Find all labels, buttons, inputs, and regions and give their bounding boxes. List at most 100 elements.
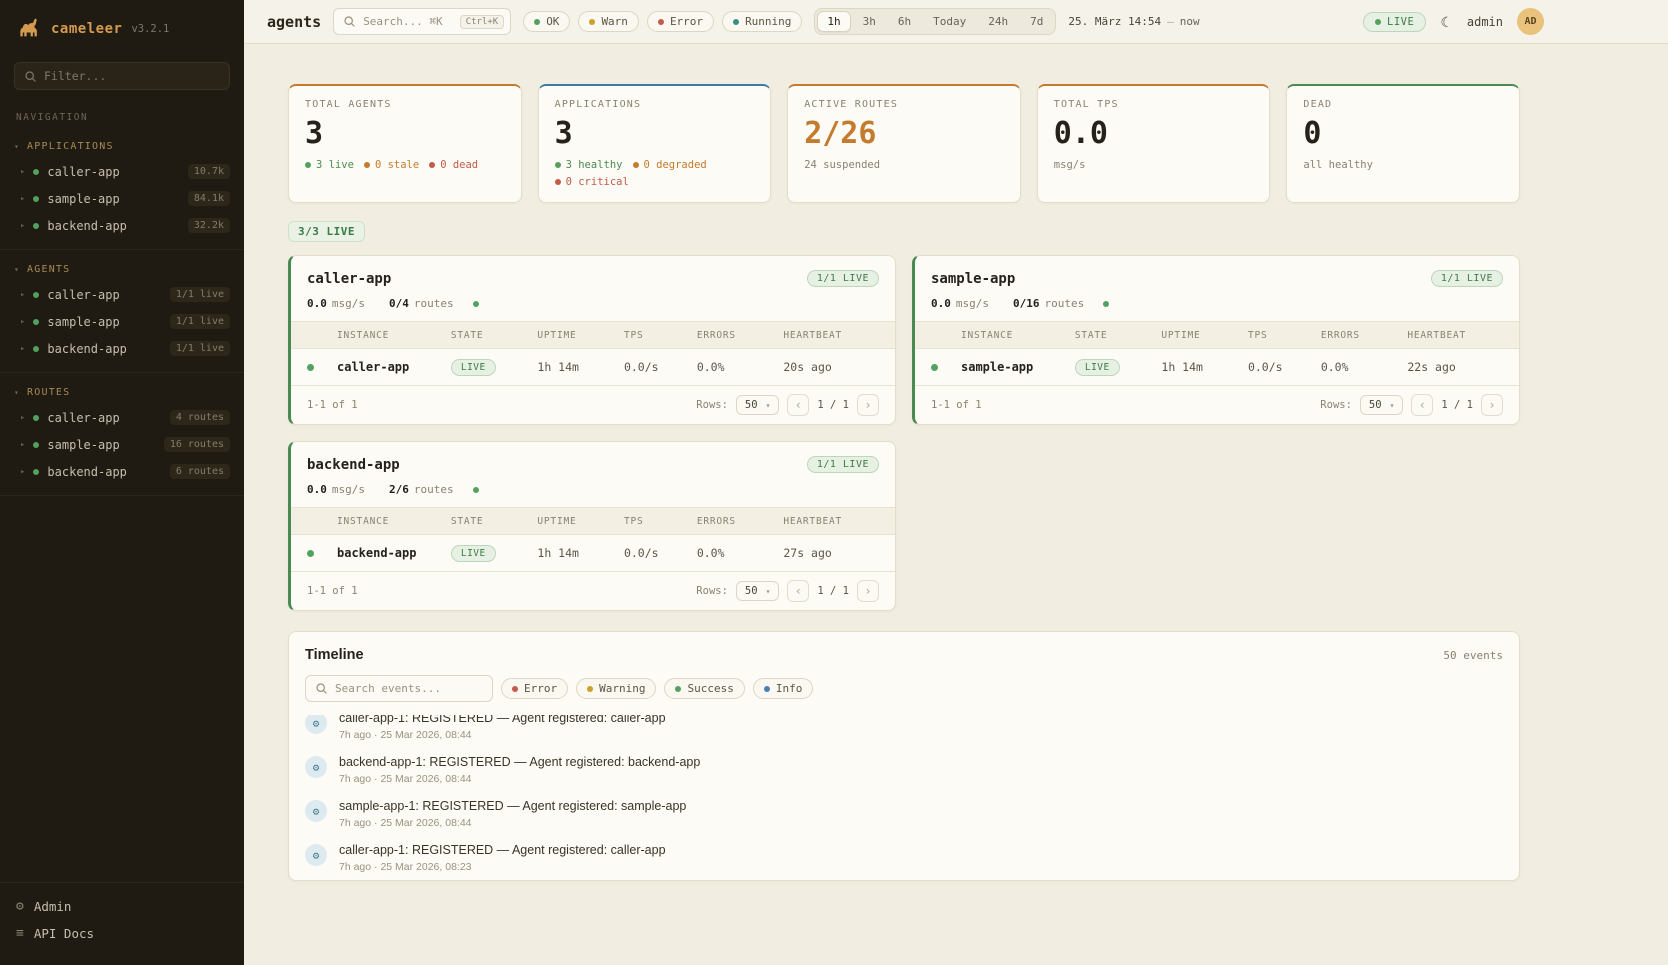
rows-per-page-select[interactable]: 50 ▾: [736, 395, 779, 415]
rows-per-page-select[interactable]: 50 ▾: [1360, 395, 1403, 415]
next-page-button[interactable]: ›: [857, 394, 879, 416]
timeline-event[interactable]: ⚙ sample-app-1: REGISTERED — Agent regis…: [289, 792, 1519, 836]
running-dot-icon: [733, 19, 739, 25]
card-title: ACTIVE ROUTES: [804, 99, 1004, 110]
app-stats: 0.0 msg/s 0/16 routes: [915, 297, 1519, 321]
chevron-right-icon: ▸: [20, 467, 25, 477]
sidebar-item-agent-caller-app[interactable]: ▸ caller-app 1/1 live: [0, 281, 244, 308]
sidebar-item-backend-app[interactable]: ▸ backend-app 32.2k: [0, 212, 244, 239]
chip-label: Warning: [599, 682, 645, 695]
timeline-event[interactable]: ⚙ backend-app-1: REGISTERED — Agent regi…: [289, 748, 1519, 792]
card-value: 2/26: [804, 116, 1004, 151]
timeline-title: Timeline: [305, 647, 364, 663]
sidebar-item-routes-backend-app[interactable]: ▸ backend-app 6 routes: [0, 458, 244, 485]
col-tps: TPS: [624, 516, 697, 527]
event-time: 7h ago · 25 Mar 2026, 08:23: [339, 861, 666, 873]
timeline-event[interactable]: ⚙ caller-app-1: REGISTERED — Agent regis…: [289, 836, 1519, 880]
range-button-today[interactable]: Today: [923, 11, 976, 32]
chevron-right-icon: ▸: [20, 317, 25, 327]
sidebar-item-routes-caller-app[interactable]: ▸ caller-app 4 routes: [0, 404, 244, 431]
live-status-badge: LIVE: [1363, 12, 1426, 32]
status-dot: [33, 319, 39, 325]
stat-label: 0 degraded: [644, 159, 707, 171]
item-label: sample-app: [47, 192, 119, 206]
time-range-selector: 1h 3h 6h Today 24h 7d: [814, 8, 1056, 35]
app-card-caller-app: caller-app 1/1 LIVE 0.0 msg/s 0/4 routes…: [288, 255, 896, 425]
app-live-badge: 1/1 LIVE: [1431, 270, 1503, 287]
search-icon: [343, 15, 356, 28]
chevron-right-icon: ▸: [20, 290, 25, 300]
sidebar-section-applications: ▾ APPLICATIONS ▸ caller-app 10.7k ▸ samp…: [0, 127, 244, 250]
filter-chip-running[interactable]: Running: [722, 11, 802, 32]
avatar[interactable]: AD: [1517, 8, 1544, 35]
sidebar-item-caller-app[interactable]: ▸ caller-app 10.7k: [0, 158, 244, 185]
chevron-down-icon: ▾: [14, 388, 20, 397]
timeline-chip-error[interactable]: Error: [501, 678, 568, 699]
search-icon: [24, 70, 37, 83]
theme-toggle-moon-icon[interactable]: ☾: [1440, 15, 1453, 29]
rows-per-page-select[interactable]: 50 ▾: [736, 581, 779, 601]
global-search-input[interactable]: [363, 15, 452, 28]
table-row[interactable]: caller-app LIVE 1h 14m 0.0/s 0.0% 20s ag…: [291, 349, 895, 385]
cell-instance: backend-app: [337, 546, 451, 560]
status-filter-group: OK Warn Error Running: [523, 11, 802, 32]
sidebar-item-agent-backend-app[interactable]: ▸ backend-app 1/1 live: [0, 335, 244, 362]
state-badge: LIVE: [451, 545, 496, 562]
status-dot: [307, 550, 314, 557]
range-button-3h[interactable]: 3h: [853, 11, 886, 32]
table-row[interactable]: backend-app LIVE 1h 14m 0.0/s 0.0% 27s a…: [291, 535, 895, 571]
range-button-1h[interactable]: 1h: [817, 11, 850, 32]
degraded-dot-icon: [633, 162, 639, 168]
table-row[interactable]: sample-app LIVE 1h 14m 0.0/s 0.0% 22s ag…: [915, 349, 1519, 385]
sidebar-filter[interactable]: [14, 62, 230, 90]
prev-page-button[interactable]: ‹: [787, 394, 809, 416]
sidebar-item-admin[interactable]: ⚙ Admin: [0, 893, 244, 920]
stale-dot-icon: [364, 162, 370, 168]
chevron-right-icon: ▸: [20, 221, 25, 231]
timeline-chip-info[interactable]: Info: [753, 678, 814, 699]
rows-label: Rows:: [696, 585, 728, 597]
app-card-sample-app: sample-app 1/1 LIVE 0.0 msg/s 0/16 route…: [912, 255, 1520, 425]
event-title: caller-app-1: REGISTERED — Agent registe…: [339, 715, 666, 725]
dead-dot-icon: [429, 162, 435, 168]
col-instance: INSTANCE: [961, 330, 1075, 341]
critical-dot-icon: [555, 179, 561, 185]
sidebar-item-routes-sample-app[interactable]: ▸ sample-app 16 routes: [0, 431, 244, 458]
col-uptime: UPTIME: [537, 330, 624, 341]
timeline-chip-success[interactable]: Success: [664, 678, 744, 699]
card-total-tps: TOTAL TPS 0.0 msg/s: [1037, 84, 1271, 203]
prev-page-button[interactable]: ‹: [1411, 394, 1433, 416]
card-applications: APPLICATIONS 3 3 healthy 0 degraded 0 cr…: [538, 84, 772, 203]
filter-chip-error[interactable]: Error: [647, 11, 714, 32]
status-dot: [33, 169, 39, 175]
pulse-dot-icon: [473, 301, 479, 307]
date-range-display: 25. März 14:54 — now: [1068, 15, 1199, 28]
card-title: TOTAL AGENTS: [305, 99, 505, 110]
chip-label: Warn: [601, 15, 628, 28]
item-label: caller-app: [47, 411, 119, 425]
sidebar-filter-input[interactable]: [44, 69, 220, 83]
next-page-button[interactable]: ›: [1481, 394, 1503, 416]
prev-page-button[interactable]: ‹: [787, 580, 809, 602]
app-card-backend-app: backend-app 1/1 LIVE 0.0 msg/s 2/6 route…: [288, 441, 896, 611]
timeline-events-list[interactable]: ⚙ caller-app-1: REGISTERED — Agent regis…: [289, 715, 1519, 880]
range-button-6h[interactable]: 6h: [888, 11, 921, 32]
sidebar-item-sample-app[interactable]: ▸ sample-app 84.1k: [0, 185, 244, 212]
section-header-agents[interactable]: ▾ AGENTS: [0, 258, 244, 281]
filter-chip-warn[interactable]: Warn: [578, 11, 639, 32]
section-header-applications[interactable]: ▾ APPLICATIONS: [0, 135, 244, 158]
range-button-24h[interactable]: 24h: [978, 11, 1018, 32]
section-header-routes[interactable]: ▾ ROUTES: [0, 381, 244, 404]
timeline-event[interactable]: ⚙ caller-app-1: REGISTERED — Agent regis…: [289, 715, 1519, 748]
cell-instance: caller-app: [337, 360, 451, 374]
cell-uptime: 1h 14m: [537, 546, 624, 560]
global-search[interactable]: Ctrl+K: [333, 8, 511, 35]
timeline-search-input[interactable]: [335, 682, 483, 695]
range-button-7d[interactable]: 7d: [1020, 11, 1053, 32]
sidebar-item-agent-sample-app[interactable]: ▸ sample-app 1/1 live: [0, 308, 244, 335]
timeline-chip-warning[interactable]: Warning: [576, 678, 656, 699]
timeline-search[interactable]: [305, 675, 493, 702]
next-page-button[interactable]: ›: [857, 580, 879, 602]
filter-chip-ok[interactable]: OK: [523, 11, 570, 32]
sidebar-item-api-docs[interactable]: ≡ API Docs: [0, 920, 244, 947]
